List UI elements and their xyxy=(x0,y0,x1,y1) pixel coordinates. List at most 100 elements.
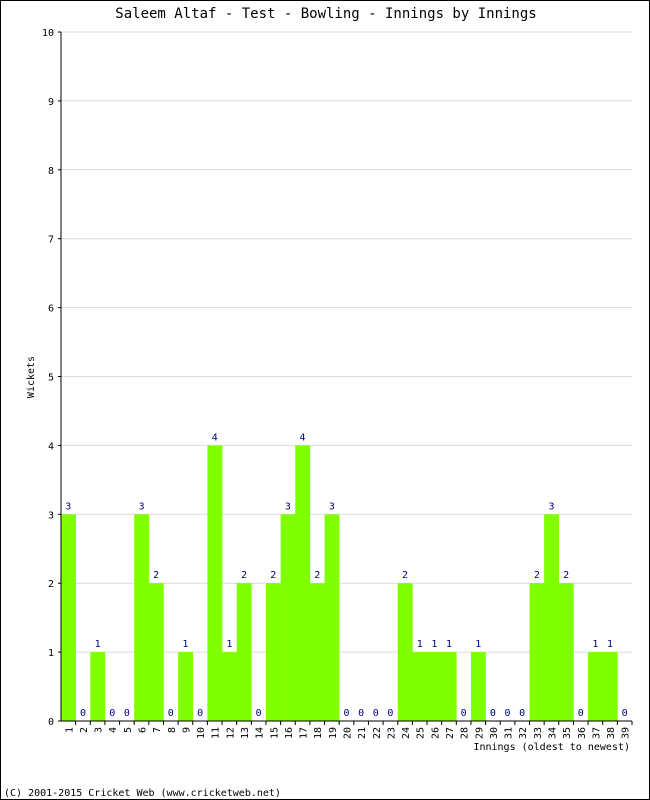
bar xyxy=(324,514,340,721)
x-tick-label: 22 xyxy=(372,727,383,739)
data-label: 1 xyxy=(95,639,101,650)
x-tick-label: 15 xyxy=(269,727,280,739)
bar xyxy=(236,583,252,721)
x-tick-label: 31 xyxy=(504,727,515,739)
x-tick-label: 2 xyxy=(79,727,90,733)
data-label: 2 xyxy=(314,570,320,581)
y-tick-label: 5 xyxy=(48,373,54,384)
bar xyxy=(90,652,106,721)
data-label: 0 xyxy=(256,708,262,719)
data-label: 1 xyxy=(592,639,598,650)
data-label: 0 xyxy=(168,708,174,719)
data-label: 3 xyxy=(548,501,554,512)
x-tick-label: 18 xyxy=(313,727,324,739)
data-label: 2 xyxy=(563,570,569,581)
bar xyxy=(207,445,223,721)
bar xyxy=(295,445,311,721)
data-label: 2 xyxy=(241,570,247,581)
x-tick-label: 10 xyxy=(196,727,207,739)
bar xyxy=(529,583,545,721)
x-tick-label: 6 xyxy=(138,727,149,733)
y-tick-label: 0 xyxy=(48,717,54,728)
x-tick-label: 33 xyxy=(533,727,544,739)
data-label: 0 xyxy=(197,708,203,719)
x-tick-label: 11 xyxy=(211,727,222,739)
bar xyxy=(602,652,618,721)
data-label: 2 xyxy=(402,570,408,581)
x-tick-label: 20 xyxy=(343,727,354,739)
y-tick-label: 7 xyxy=(48,235,54,246)
bar xyxy=(544,514,560,721)
x-tick-label: 34 xyxy=(547,727,558,739)
bar xyxy=(412,652,428,721)
data-label: 3 xyxy=(285,501,291,512)
data-label: 0 xyxy=(519,708,525,719)
bar xyxy=(441,652,457,721)
data-label: 4 xyxy=(300,432,306,443)
x-axis-label: Innings (oldest to newest) xyxy=(473,742,630,753)
data-label: 0 xyxy=(373,708,379,719)
bars xyxy=(61,445,618,721)
x-tick-label: 23 xyxy=(386,727,397,739)
y-tick-label: 9 xyxy=(48,97,54,108)
data-label: 1 xyxy=(431,639,437,650)
y-tick-label: 2 xyxy=(48,579,54,590)
data-label: 0 xyxy=(578,708,584,719)
data-label: 1 xyxy=(446,639,452,650)
x-tick-label: 28 xyxy=(460,727,471,739)
chart-title: Saleem Altaf - Test - Bowling - Innings … xyxy=(115,6,536,22)
x-tick-label: 38 xyxy=(606,727,617,739)
data-label: 0 xyxy=(358,708,364,719)
x-tick-label: 21 xyxy=(357,727,368,739)
bar xyxy=(222,652,237,721)
x-tick-label: 32 xyxy=(518,727,529,739)
y-axis-label: Wickets xyxy=(26,356,37,398)
y-tick-label: 4 xyxy=(48,441,54,452)
data-label: 4 xyxy=(212,432,218,443)
bar xyxy=(148,583,164,721)
bar xyxy=(470,652,486,721)
x-tick-label: 35 xyxy=(562,727,573,739)
x-tick-label: 17 xyxy=(299,727,310,739)
x-tick-label: 5 xyxy=(123,727,134,733)
data-label: 2 xyxy=(534,570,540,581)
bar xyxy=(397,583,413,721)
x-tick-label: 3 xyxy=(94,727,105,733)
x-tick-label: 27 xyxy=(445,727,456,739)
y-tick-label: 10 xyxy=(42,28,54,39)
data-label: 3 xyxy=(139,501,145,512)
data-label: 0 xyxy=(505,708,511,719)
x-tick-label: 14 xyxy=(255,727,266,739)
copyright-footer: (C) 2001-2015 Cricket Web (www.cricketwe… xyxy=(4,788,281,799)
x-tick-label: 12 xyxy=(225,727,236,739)
x-tick-label: 16 xyxy=(284,727,295,739)
data-label: 0 xyxy=(124,708,130,719)
bar xyxy=(309,583,325,721)
data-label: 3 xyxy=(329,501,335,512)
data-label: 0 xyxy=(80,708,86,719)
x-tick-label: 1 xyxy=(64,727,75,733)
data-label: 2 xyxy=(270,570,276,581)
bar xyxy=(265,583,281,721)
x-tick-label: 8 xyxy=(167,727,178,733)
bar xyxy=(427,652,442,721)
bar xyxy=(558,583,574,721)
bar xyxy=(588,652,604,721)
data-label: 1 xyxy=(182,639,188,650)
chart-frame: Saleem Altaf - Test - Bowling - Innings … xyxy=(0,0,650,800)
data-label: 2 xyxy=(153,570,159,581)
x-tick-label: 37 xyxy=(591,727,602,739)
y-tick-label: 3 xyxy=(48,510,54,521)
bar xyxy=(178,652,194,721)
x-tick-label: 30 xyxy=(489,727,500,739)
data-label: 1 xyxy=(226,639,232,650)
x-tick-label: 25 xyxy=(416,727,427,739)
x-tick-label: 19 xyxy=(328,727,339,739)
bar xyxy=(280,514,296,721)
y-tick-label: 6 xyxy=(48,304,54,315)
x-tick-label: 26 xyxy=(430,727,441,739)
x-tick-labels: 1 2 3 4 5 6 7 8 9 10 11 12 13 14 15 16 17 18 19 20 21 22 23 24 2… xyxy=(64,727,631,739)
data-label: 0 xyxy=(490,708,496,719)
bar-chart: Saleem Altaf - Test - Bowling - Innings … xyxy=(4,6,633,799)
data-label: 0 xyxy=(343,708,349,719)
